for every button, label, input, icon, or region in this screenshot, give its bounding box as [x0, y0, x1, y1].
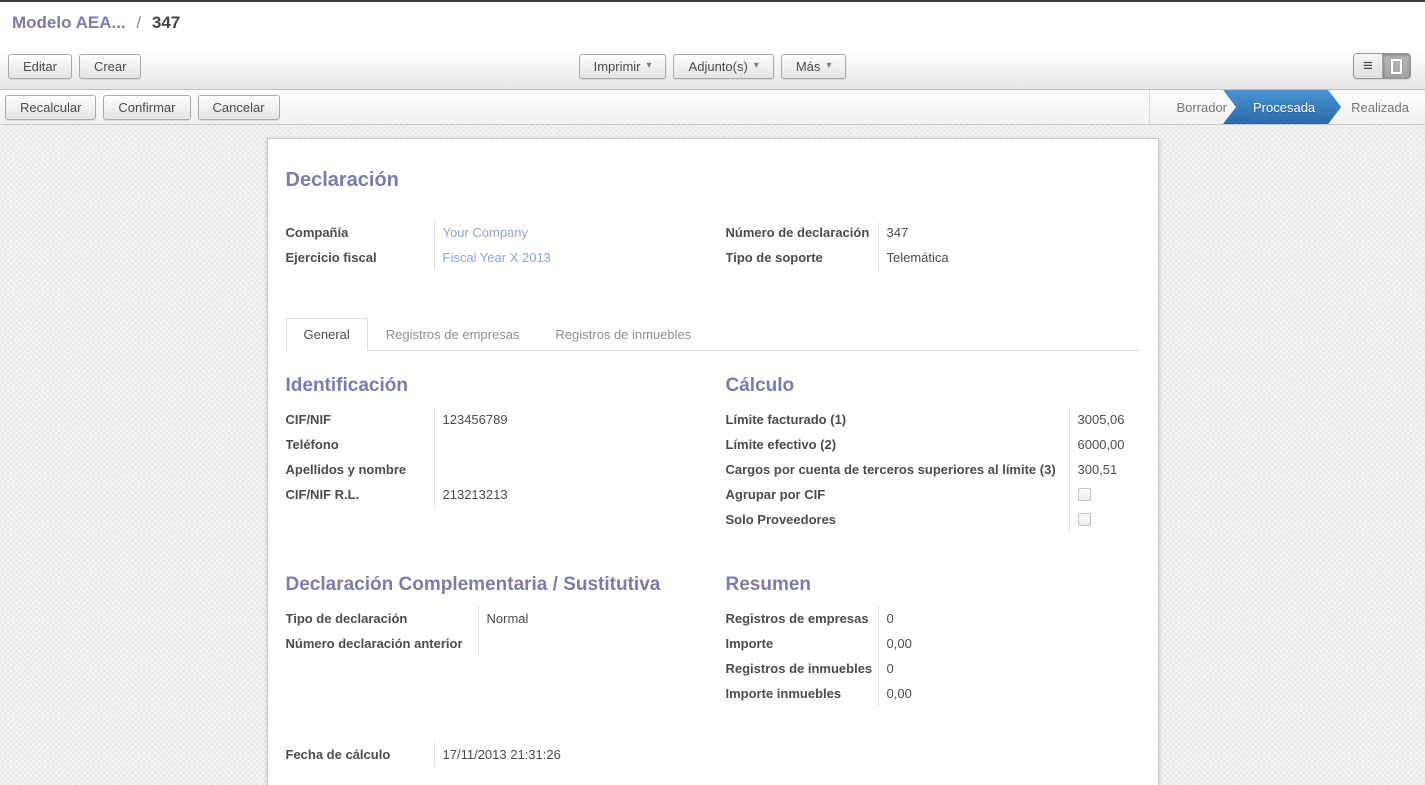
info-fields: Compañía Ejercicio fiscal Your Company F… — [286, 220, 1140, 270]
field-value-limite-efectivo: 6000,00 — [1070, 432, 1140, 457]
field-value-importe-inmuebles: 0,00 — [879, 681, 1140, 706]
field-value-telefono — [435, 432, 700, 457]
field-value-numero-declaracion: 347 — [879, 220, 1140, 245]
list-view-icon: ≡ — [1363, 57, 1373, 74]
breadcrumb-parent-link[interactable]: Modelo AEA... — [12, 13, 126, 32]
form-view-icon — [1391, 59, 1402, 74]
field-label-apellidos-y-nombre: Apellidos y nombre — [286, 457, 434, 482]
notebook-tabs: General Registros de empresas Registros … — [286, 318, 1140, 351]
field-label-limite-facturado: Límite facturado (1) — [726, 407, 1069, 432]
section-title-resumen: Resumen — [726, 574, 1140, 596]
field-label-numero-declaracion: Número de declaración — [726, 220, 878, 245]
caret-down-icon: ▾ — [826, 61, 831, 71]
breadcrumb-separator: / — [136, 13, 141, 32]
field-label-numero-declaracion-anterior: Número declaración anterior — [286, 631, 478, 656]
solo-proveedores-checkbox[interactable] — [1078, 513, 1091, 526]
confirm-button[interactable]: Confirmar — [103, 95, 190, 120]
field-label-ejercicio-fiscal: Ejercicio fiscal — [286, 245, 434, 270]
attachments-dropdown-button[interactable]: Adjunto(s) ▾ — [674, 54, 774, 79]
toolbar: Editar Crear Imprimir ▾ Adjunto(s) ▾ Más… — [0, 43, 1425, 89]
field-value-numero-declaracion-anterior — [479, 631, 700, 656]
caret-down-icon: ▾ — [754, 61, 759, 71]
field-label-registros-de-empresas: Registros de empresas — [726, 606, 878, 631]
print-dropdown-label: Imprimir — [594, 59, 641, 74]
breadcrumb-row: Modelo AEA... / 347 — [0, 2, 1425, 43]
field-label-registros-de-inmuebles: Registros de inmuebles — [726, 656, 878, 681]
field-value-cif-nif-rl: 213213213 — [435, 482, 700, 507]
section-complementaria: Declaración Complementaria / Sustitutiva… — [286, 574, 700, 706]
field-label-limite-efectivo: Límite efectivo (2) — [726, 432, 1069, 457]
field-value-cif-nif: 123456789 — [435, 407, 700, 432]
status-stages: Borrador Procesada Realizada — [1149, 90, 1425, 124]
list-view-button[interactable]: ≡ — [1354, 54, 1382, 78]
field-value-registros-de-inmuebles: 0 — [879, 656, 1140, 681]
caret-down-icon: ▾ — [647, 61, 652, 71]
field-label-compania: Compañía — [286, 220, 434, 245]
field-label-cif-nif: CIF/NIF — [286, 407, 434, 432]
form-header: Modelo AEA... / 347 Editar Crear Imprimi… — [0, 2, 1425, 90]
tab-registros-de-inmuebles[interactable]: Registros de inmuebles — [537, 318, 709, 351]
field-value-limite-facturado: 3005,06 — [1070, 407, 1140, 432]
tab-page-general-row2: Declaración Complementaria / Sustitutiva… — [286, 574, 1140, 706]
field-value-cargos-terceros: 300,51 — [1070, 457, 1140, 482]
statusbar: Recalcular Confirmar Cancelar Borrador P… — [0, 90, 1425, 125]
field-value-apellidos-y-nombre — [435, 457, 700, 482]
main-background: Declaración Compañía Ejercicio fiscal Yo… — [0, 125, 1425, 785]
print-dropdown-button[interactable]: Imprimir ▾ — [579, 54, 667, 79]
attachments-dropdown-label: Adjunto(s) — [689, 59, 748, 74]
section-identificacion: Identificación CIF/NIF Teléfono Apellido… — [286, 375, 700, 532]
info-left-group: Compañía Ejercicio fiscal Your Company F… — [286, 220, 700, 270]
tab-registros-de-empresas[interactable]: Registros de empresas — [368, 318, 538, 351]
field-value-tipo-declaracion: Normal — [479, 606, 700, 631]
field-label-agrupar-por-cif: Agrupar por CIF — [726, 482, 1069, 507]
more-dropdown-button[interactable]: Más ▾ — [781, 54, 847, 79]
cancel-button[interactable]: Cancelar — [198, 95, 280, 120]
tab-general[interactable]: General — [286, 318, 368, 351]
toolbar-center-group: Imprimir ▾ Adjunto(s) ▾ Más ▾ — [579, 54, 847, 79]
view-switcher: ≡ — [1353, 53, 1411, 79]
section-calculo: Cálculo Límite facturado (1) Límite efec… — [726, 375, 1140, 532]
section-title-complementaria: Declaración Complementaria / Sustitutiva — [286, 574, 700, 596]
field-label-tipo-declaracion: Tipo de declaración — [286, 606, 478, 631]
recalculate-button[interactable]: Recalcular — [5, 95, 96, 120]
field-value-importe: 0,00 — [879, 631, 1140, 656]
field-value-registros-de-empresas: 0 — [879, 606, 1140, 631]
field-label-importe: Importe — [726, 631, 878, 656]
agrupar-por-cif-checkbox[interactable] — [1078, 488, 1091, 501]
field-label-fecha-de-calculo: Fecha de cálculo — [286, 742, 434, 767]
field-label-importe-inmuebles: Importe inmuebles — [726, 681, 878, 706]
field-label-solo-proveedores: Solo Proveedores — [726, 507, 1069, 532]
form-view-button[interactable] — [1382, 54, 1410, 78]
footer-field-group: Fecha de cálculo 17/11/2013 21:31:26 — [286, 742, 1140, 767]
section-title-calculo: Cálculo — [726, 375, 1140, 397]
page-title: Declaración — [286, 169, 1140, 192]
section-resumen: Resumen Registros de empresas Importe Re… — [726, 574, 1140, 706]
field-value-ejercicio-fiscal[interactable]: Fiscal Year X 2013 — [443, 245, 551, 270]
breadcrumb: Modelo AEA... / 347 — [12, 13, 180, 33]
field-label-cargos-terceros: Cargos por cuenta de terceros superiores… — [726, 457, 1069, 482]
more-dropdown-label: Más — [796, 59, 821, 74]
stage-realizada: Realizada — [1335, 90, 1425, 124]
field-value-tipo-soporte: Telemática — [879, 245, 1140, 270]
field-value-fecha-de-calculo: 17/11/2013 21:31:26 — [435, 742, 1140, 767]
edit-button[interactable]: Editar — [8, 54, 72, 79]
field-label-telefono: Teléfono — [286, 432, 434, 457]
field-label-cif-nif-rl: CIF/NIF R.L. — [286, 482, 434, 507]
create-button[interactable]: Crear — [79, 54, 142, 79]
form-sheet: Declaración Compañía Ejercicio fiscal Yo… — [267, 138, 1159, 785]
field-label-tipo-soporte: Tipo de soporte — [726, 245, 878, 270]
stage-procesada-active: Procesada — [1223, 90, 1341, 124]
breadcrumb-current: 347 — [152, 13, 180, 32]
info-right-group: Número de declaración Tipo de soporte 34… — [726, 220, 1140, 270]
tab-page-general-row1: Identificación CIF/NIF Teléfono Apellido… — [286, 375, 1140, 532]
section-title-identificacion: Identificación — [286, 375, 700, 397]
field-value-compania[interactable]: Your Company — [443, 220, 529, 245]
